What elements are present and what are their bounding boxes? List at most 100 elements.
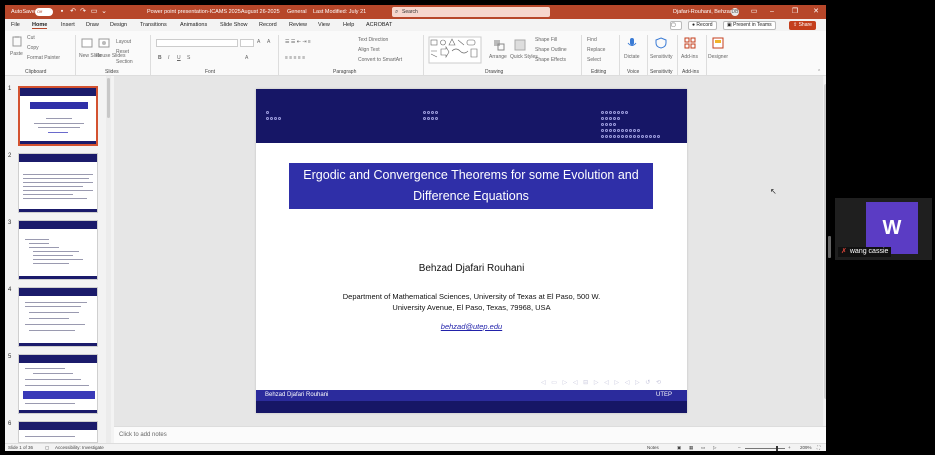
- sensitivity-button[interactable]: Sensitivity: [650, 54, 673, 60]
- slide-thumbnail-4[interactable]: [18, 287, 98, 347]
- grow-font-icon[interactable]: A: [257, 39, 260, 45]
- shape-outline-button[interactable]: Shape Outline: [535, 47, 567, 53]
- tab-help[interactable]: Help: [343, 22, 354, 28]
- tab-transitions[interactable]: Transitions: [140, 22, 167, 28]
- align-icon[interactable]: ≡ ≡ ≡ ≡ ≡: [285, 55, 305, 61]
- fit-to-window-icon[interactable]: ⛶: [817, 445, 820, 450]
- slide-affiliation-line-2[interactable]: University Avenue, El Paso, Texas, 79968…: [256, 303, 687, 312]
- present-icon[interactable]: ▭: [90, 8, 98, 16]
- undo-icon[interactable]: ↶: [69, 8, 77, 16]
- user-name[interactable]: Djafari-Rouhani, Behzad: [673, 9, 733, 15]
- sensitivity-label[interactable]: General: [287, 9, 307, 15]
- slide-email-link[interactable]: behzad@utep.edu: [256, 322, 687, 331]
- text-direction-button[interactable]: Text Direction: [358, 37, 388, 43]
- arrange-button[interactable]: Arrange: [489, 54, 507, 60]
- add-ins-button[interactable]: Add-ins: [681, 54, 698, 60]
- shape-effects-button[interactable]: Shape Effects: [535, 57, 566, 63]
- copy-button[interactable]: Copy: [27, 45, 39, 51]
- quick-styles-icon[interactable]: [514, 39, 526, 51]
- comments-icon[interactable]: ▢: [670, 21, 682, 30]
- tab-design[interactable]: Design: [110, 22, 127, 28]
- zoom-out-icon[interactable]: –: [738, 445, 741, 450]
- strikethrough-icon[interactable]: S: [187, 55, 190, 61]
- shape-fill-button[interactable]: Shape Fill: [535, 37, 557, 43]
- new-slide-icon[interactable]: [81, 37, 93, 49]
- font-size-select[interactable]: [240, 39, 254, 47]
- slide-author[interactable]: Behzad Djafari Rouhani: [256, 263, 687, 274]
- participant-video-tile[interactable]: W ✗ wang cassie: [835, 198, 932, 260]
- zoom-in-icon[interactable]: +: [788, 445, 791, 450]
- slide-thumbnail-3[interactable]: [18, 220, 98, 280]
- tab-review[interactable]: Review: [289, 22, 307, 28]
- minimize-icon[interactable]: –: [765, 7, 779, 17]
- zoom-slider-thumb[interactable]: [776, 446, 778, 451]
- close-icon[interactable]: ✕: [809, 7, 823, 17]
- cut-button[interactable]: Cut: [27, 35, 35, 41]
- present-in-teams-button[interactable]: ▣ Present in Teams: [723, 21, 776, 30]
- paste-button[interactable]: Paste: [10, 51, 23, 57]
- current-slide[interactable]: Ergodic and Convergence Theorems for som…: [256, 89, 687, 413]
- last-modified[interactable]: Last Modified: July 21: [313, 9, 366, 15]
- panel-handle[interactable]: [828, 236, 831, 258]
- record-button[interactable]: ● Record: [688, 21, 717, 30]
- collapse-ribbon-icon[interactable]: ⌃: [817, 69, 821, 75]
- tab-animations[interactable]: Animations: [180, 22, 207, 28]
- font-color-icon[interactable]: A: [245, 55, 248, 61]
- ribbon-display-icon[interactable]: ▭: [747, 7, 761, 17]
- convert-smartart-button[interactable]: Convert to SmartArt: [358, 57, 402, 63]
- customize-qat-icon[interactable]: ⌄: [100, 8, 108, 16]
- slide-title[interactable]: Ergodic and Convergence Theorems for som…: [289, 163, 653, 209]
- document-title[interactable]: Power point presentation-ICAMS 2025Augus…: [147, 9, 280, 15]
- autosave-toggle[interactable]: Off: [35, 8, 53, 16]
- tab-file[interactable]: File: [11, 22, 20, 28]
- reuse-slides-icon[interactable]: [98, 37, 110, 49]
- spellcheck-icon[interactable]: ▢: [45, 445, 49, 451]
- tab-insert[interactable]: Insert: [61, 22, 75, 28]
- align-text-button[interactable]: Align Text: [358, 47, 380, 53]
- notes-pane[interactable]: Click to add notes: [114, 426, 826, 443]
- normal-view-icon[interactable]: ▣: [677, 445, 681, 451]
- tab-acrobat[interactable]: ACROBAT: [366, 22, 392, 28]
- tab-home[interactable]: Home: [32, 22, 48, 29]
- redo-icon[interactable]: ↷: [79, 8, 87, 16]
- save-icon[interactable]: ▪: [58, 8, 66, 16]
- slide-thumbnail-5[interactable]: [18, 354, 98, 414]
- notes-toggle[interactable]: Notes: [647, 445, 659, 450]
- add-ins-icon[interactable]: [684, 37, 696, 49]
- zoom-slider[interactable]: [745, 448, 785, 449]
- tab-slide-show[interactable]: Slide Show: [220, 22, 248, 28]
- scrollbar-thumb[interactable]: [824, 84, 826, 399]
- tab-view[interactable]: View: [318, 22, 330, 28]
- bold-icon[interactable]: B: [158, 55, 162, 61]
- share-button[interactable]: ⇪ Share: [789, 21, 816, 30]
- shrink-font-icon[interactable]: A: [267, 39, 270, 45]
- slide-thumbnail-6[interactable]: [18, 421, 98, 443]
- tab-record[interactable]: Record: [259, 22, 277, 28]
- reading-view-icon[interactable]: ▭: [701, 445, 705, 451]
- search-input[interactable]: ⌕ Search: [392, 7, 550, 17]
- reset-button[interactable]: Reset: [116, 49, 129, 55]
- paste-icon[interactable]: [11, 35, 23, 47]
- canvas-scrollbar[interactable]: [823, 76, 826, 426]
- find-button[interactable]: Find: [587, 37, 597, 43]
- thumbnail-scrollbar[interactable]: [106, 76, 111, 443]
- sensitivity-icon[interactable]: [655, 37, 667, 49]
- layout-button[interactable]: Layout: [116, 39, 131, 45]
- designer-button[interactable]: Designer: [708, 54, 728, 60]
- quick-styles-button[interactable]: Quick Styles: [510, 54, 538, 60]
- tab-draw[interactable]: Draw: [86, 22, 99, 28]
- section-button[interactable]: Section: [116, 59, 133, 65]
- slide-thumbnail-2[interactable]: [18, 153, 98, 213]
- select-button[interactable]: Select: [587, 57, 601, 63]
- font-family-select[interactable]: [156, 39, 238, 47]
- bullets-icon[interactable]: ☰ ☰ ⇤ ⇥ ≡: [285, 39, 311, 45]
- italic-icon[interactable]: I: [168, 55, 169, 61]
- slide-thumbnail-1[interactable]: [18, 86, 98, 146]
- zoom-level[interactable]: 209%: [800, 445, 812, 450]
- arrange-icon[interactable]: [493, 39, 505, 51]
- dictate-icon[interactable]: [626, 37, 638, 49]
- format-painter-button[interactable]: Format Painter: [27, 55, 60, 61]
- slide-sorter-icon[interactable]: ▦: [689, 445, 693, 451]
- dictate-button[interactable]: Dictate: [624, 54, 640, 60]
- accessibility-status[interactable]: Accessibility: Investigate: [55, 445, 104, 450]
